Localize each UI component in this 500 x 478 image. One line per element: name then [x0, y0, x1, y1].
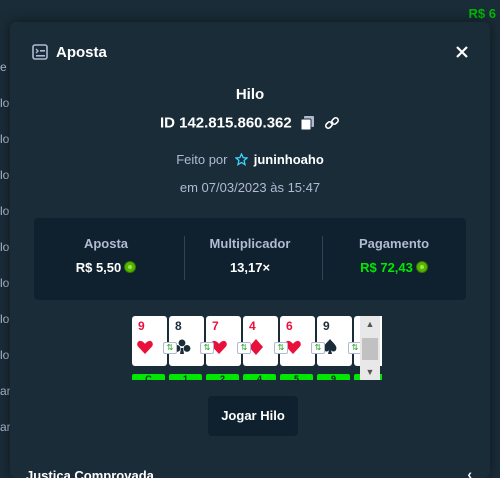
scroll-down-icon[interactable]: ▼: [360, 364, 380, 380]
bet-id: ID 142.815.860.362: [159, 114, 292, 132]
scroll-up-icon[interactable]: ▲: [360, 316, 380, 332]
background-row-label: lo: [0, 348, 10, 362]
card-rank: 9: [138, 319, 145, 333]
guess-badge: ⇅: [163, 342, 177, 354]
copy-icon[interactable]: [300, 115, 316, 131]
payout-amount: R$ 72,43: [360, 260, 413, 275]
bet-amount-row: R$ 5,50: [34, 260, 178, 275]
card-rank: 6: [286, 319, 293, 333]
bet-slip-icon: [32, 44, 48, 60]
chevron-left-icon: ‹: [467, 466, 472, 478]
game-name: Hilo: [235, 86, 265, 103]
playing-card: 9: [132, 316, 167, 366]
playing-card: 6 ⇅: [274, 316, 315, 366]
guess-badge: ⇅: [311, 342, 325, 354]
card-rank: 4: [249, 319, 256, 333]
card-step-tag: 9: [317, 374, 350, 380]
modal-title: Aposta: [56, 44, 107, 61]
card-step-tag: 2: [206, 374, 239, 380]
card-rank: 9: [323, 319, 330, 333]
payout-label: Pagamento: [358, 236, 430, 251]
playing-card: 9 ⇅: [311, 316, 352, 366]
card-rank: 7: [212, 319, 219, 333]
stat-bet: Aposta R$ 5,50: [34, 218, 178, 300]
bet-modal: Aposta Hilo ID 142.815.860.362 Feito por…: [10, 22, 490, 478]
guess-badge: ⇅: [237, 342, 251, 354]
stat-multiplier: Multiplicador 13,17×: [178, 218, 322, 300]
bet-date: em 07/03/2023 às 15:47: [179, 180, 321, 195]
background-amount: R$ 6: [468, 6, 496, 21]
made-by: Feito por juninhoaho: [10, 152, 490, 167]
hearts-suit-icon: [137, 340, 153, 354]
card-rank: 8: [175, 319, 182, 333]
background-row-label: lo: [0, 132, 10, 146]
stat-payout: Pagamento R$ 72,43: [322, 218, 466, 300]
background-row-label: lo: [0, 168, 10, 182]
card-history-scrollbar[interactable]: ▲ ▼: [360, 316, 380, 380]
guess-badge: ⇅: [200, 342, 214, 354]
provably-fair-label: Justiça Comprovada: [26, 468, 154, 478]
multiplier-label: Multiplicador: [209, 236, 291, 251]
close-button[interactable]: [452, 42, 472, 62]
coin-icon: [124, 261, 137, 273]
background-row-label: lo: [0, 312, 10, 326]
card-step-tag: 4: [243, 374, 276, 380]
playing-card: 8 ⇅: [163, 316, 204, 366]
bet-id-row: ID 142.815.860.362: [10, 114, 490, 132]
provably-fair-section[interactable]: Justiça Comprovada ‹: [10, 464, 490, 478]
background-row-label: lo: [0, 240, 10, 254]
card-history[interactable]: 9C8⇅17⇅24⇅46⇅59⇅93⇅: [122, 316, 382, 380]
multiplier-value: 13,17×: [229, 260, 271, 275]
guess-badge: ⇅: [274, 342, 288, 354]
card-step-tag: C: [132, 374, 165, 380]
close-icon: [456, 46, 468, 58]
payout-amount-row: R$ 72,43: [322, 260, 466, 275]
background-row-label: e: [0, 60, 7, 74]
background-row-label: lo: [0, 204, 10, 218]
background-row-label: lo: [0, 96, 10, 110]
vip-star-icon: [235, 153, 249, 166]
card-step-tag: 5: [280, 374, 313, 380]
playing-card: 4 ⇅: [237, 316, 278, 366]
card-step-tag: 1: [169, 374, 202, 380]
scroll-thumb[interactable]: [362, 338, 378, 360]
link-icon[interactable]: [324, 115, 340, 131]
playing-card: 7 ⇅: [200, 316, 241, 366]
bet-stats-panel: Aposta R$ 5,50 Multiplicador 13,17× Paga…: [34, 218, 466, 300]
bet-amount: R$ 5,50: [75, 260, 122, 275]
bet-label: Aposta: [83, 236, 129, 251]
coin-icon: [415, 261, 428, 273]
background-row-label: lo: [0, 276, 10, 290]
made-by-prefix: Feito por: [176, 152, 228, 167]
username-link[interactable]: juninhoaho: [254, 152, 324, 167]
modal-header: Aposta: [10, 22, 490, 82]
play-hilo-button[interactable]: Jogar Hilo: [208, 396, 298, 436]
